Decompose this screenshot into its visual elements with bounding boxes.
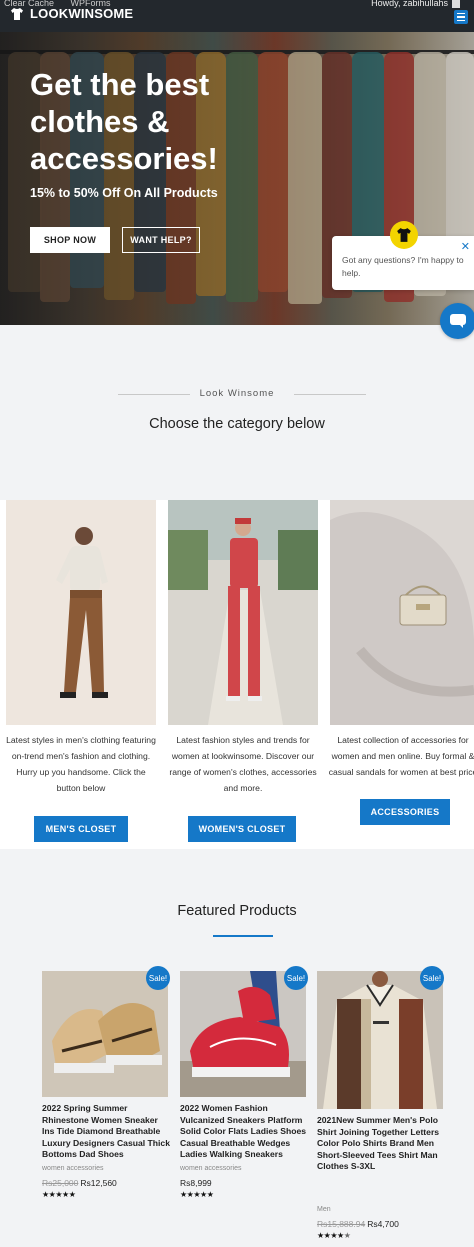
product-category[interactable]: women accessories	[42, 1165, 103, 1172]
featured-products-section: Featured Products Sale! 2022 Spring Summ…	[0, 849, 474, 1247]
accessories-button[interactable]: ACCESSORIES	[360, 799, 450, 825]
product-name[interactable]: 2022 Women Fashion Vulcanized Sneakers P…	[180, 1103, 308, 1161]
site-logo[interactable]: LOOKWINSOME	[10, 6, 133, 21]
product-image[interactable]	[42, 971, 168, 1097]
menu-button[interactable]	[454, 10, 468, 24]
product-category[interactable]: women accessories	[180, 1165, 241, 1172]
star-rating: ★★★★★	[317, 1231, 351, 1240]
accessories-category-image[interactable]	[330, 500, 474, 725]
hamburger-icon	[457, 12, 465, 15]
chat-message: Got any questions? I'm happy to help.	[342, 255, 464, 278]
avatar[interactable]	[452, 0, 460, 8]
section-eyebrow: Look Winsome	[199, 388, 275, 399]
hero-subtitle: 15% to 50% Off On All Products	[30, 186, 218, 200]
womens-closet-button[interactable]: WOMEN'S CLOSET	[188, 816, 296, 842]
chat-agent-avatar	[390, 221, 418, 249]
product-category[interactable]: Men	[317, 1206, 331, 1213]
title-underline	[213, 935, 273, 937]
original-price: Rs15,888.94	[317, 1219, 366, 1229]
womens-category-description: Latest fashion styles and trends for wom…	[169, 735, 317, 793]
mens-closet-button[interactable]: MEN'S CLOSET	[34, 816, 128, 842]
close-icon[interactable]: ✕	[461, 240, 470, 253]
sale-price: Rs4,700	[367, 1219, 399, 1229]
star-rating: ★★★★★	[180, 1190, 214, 1199]
original-price: Rs25,000	[42, 1178, 79, 1188]
product-price: Rs8,999	[180, 1178, 212, 1188]
sale-price: Rs8,999	[180, 1178, 212, 1188]
shirt-icon	[397, 228, 411, 242]
divider	[294, 394, 366, 395]
category-heading-section: Look Winsome Choose the category below	[0, 325, 474, 500]
product-name[interactable]: 2022 Spring Summer Rhinestone Women Snea…	[42, 1103, 170, 1161]
featured-title: Featured Products	[177, 903, 297, 919]
product-price: Rs15,888.94 Rs4,700	[317, 1219, 399, 1229]
admin-greeting[interactable]: Howdy, zabihullahs	[371, 0, 448, 8]
product-image[interactable]	[317, 971, 443, 1109]
sale-price: Rs12,560	[80, 1178, 117, 1188]
sale-badge: Sale!	[146, 966, 170, 990]
section-title: Choose the category below	[149, 416, 325, 432]
product-price: Rs25,000 Rs12,560	[42, 1178, 117, 1188]
chat-bubble-icon	[450, 314, 466, 328]
star-rating: ★★★★★	[42, 1190, 76, 1199]
shirt-icon	[11, 7, 23, 20]
product-name[interactable]: 2021New Summer Men's Polo Shirt Joining …	[317, 1115, 445, 1173]
mens-category-description: Latest styles in men's clothing featurin…	[6, 735, 156, 793]
category-cards: Latest styles in men's clothing featurin…	[0, 500, 474, 849]
shop-now-button[interactable]: SHOP NOW	[30, 227, 110, 253]
product-image[interactable]	[180, 971, 306, 1097]
admin-bar: Clear Cache WPForms Howdy, zabihullahs L…	[0, 0, 474, 32]
mens-category-image[interactable]	[6, 500, 156, 725]
womens-category-image[interactable]	[168, 500, 318, 725]
sale-badge: Sale!	[420, 966, 444, 990]
logo-text: LOOKWINSOME	[30, 6, 134, 21]
want-help-button[interactable]: WANT HELP?	[122, 227, 200, 253]
hero-title: Get the best clothes & accessories!	[30, 67, 218, 176]
accessories-category-description: Latest collection of accessories for wom…	[328, 735, 474, 777]
sale-badge: Sale!	[284, 966, 308, 990]
chat-launcher-button[interactable]	[440, 303, 474, 339]
